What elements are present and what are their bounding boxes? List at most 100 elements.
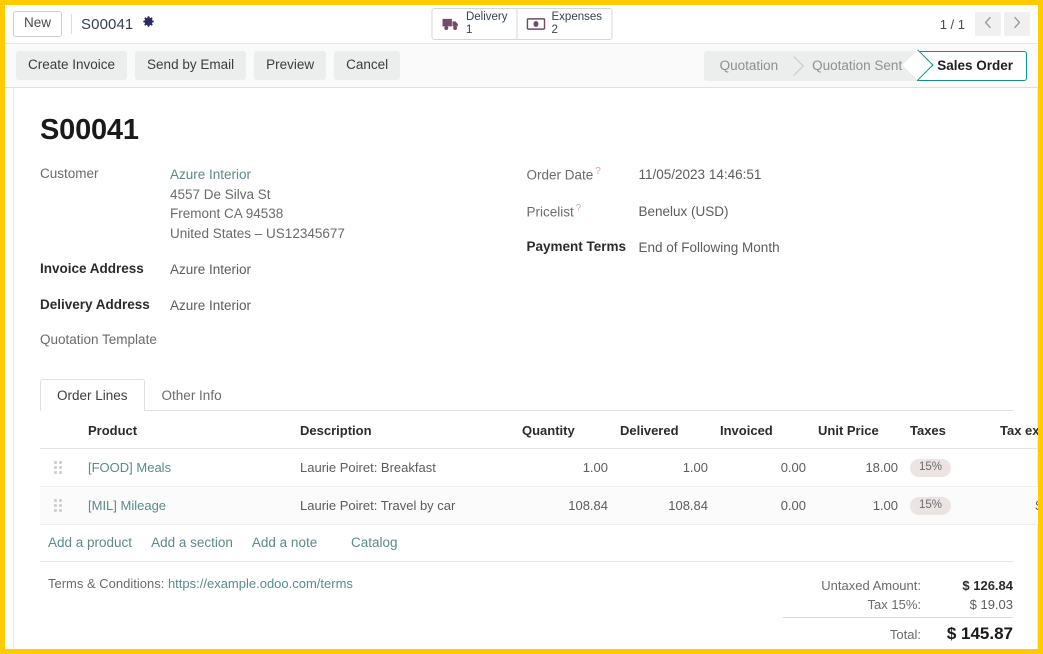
tab-order-lines[interactable]: Order Lines [40,379,145,411]
field-pricelist: Pricelist? Benelux (USD) [527,202,1014,222]
column-header-taxes[interactable]: Taxes [904,411,994,449]
field-customer-label: Customer [40,165,170,243]
new-button[interactable]: New [13,11,62,36]
column-header-quantity[interactable]: Quantity [516,411,614,449]
smart-button-expenses[interactable]: Expenses 2 [517,9,612,39]
send-by-email-button[interactable]: Send by Email [135,51,246,80]
preview-button[interactable]: Preview [254,51,326,80]
tax-badge: 15% [910,459,951,477]
create-invoice-button[interactable]: Create Invoice [16,51,127,80]
cell-unit-price[interactable]: 18.00 [812,449,904,487]
add-a-product-link[interactable]: Add a product [48,535,132,550]
cell-taxes[interactable]: 15% [904,449,994,487]
cell-description[interactable]: Laurie Poiret: Breakfast [294,449,516,487]
status-action-bar: Create Invoice Send by Email Preview Can… [5,44,1038,88]
field-pricelist-value[interactable]: Benelux (USD) [639,202,729,222]
drag-handle-icon[interactable] [54,461,62,474]
sheet-footer: Terms & Conditions: https://example.odoo… [40,576,1013,646]
cell-delivered[interactable]: 108.84 [614,487,714,525]
breadcrumb-divider [71,14,72,34]
column-header-product[interactable]: Product [82,411,294,449]
smart-button-group: Delivery 1 Expenses 2 [431,8,612,40]
gear-icon[interactable] [142,15,155,33]
customer-address-line-1: 4557 De Silva St [170,185,345,205]
cell-tax-excl: $ 18.00 [994,449,1038,487]
field-quotation-template-label: Quotation Template [40,331,170,347]
untaxed-amount-value: $ 126.84 [935,578,1013,593]
cell-quantity[interactable]: 108.84 [516,487,614,525]
row-drag-handle-cell[interactable] [40,487,82,525]
cancel-button[interactable]: Cancel [334,51,400,80]
status-stage-sales-order[interactable]: Sales Order [917,51,1027,81]
notebook-tabs: Order Lines Other Info [40,378,1013,411]
product-link[interactable]: [FOOD] Meals [88,460,171,475]
total-value: $ 145.87 [935,624,1013,644]
cell-description[interactable]: Laurie Poiret: Travel by car [294,487,516,525]
field-order-date-value[interactable]: 11/05/2023 14:46:51 [639,165,762,185]
status-stage-quotation[interactable]: Quotation [704,51,793,81]
pager-count: 1 / 1 [940,17,965,32]
drag-handle-icon[interactable] [54,499,62,512]
cell-delivered[interactable]: 1.00 [614,449,714,487]
field-order-date-label: Order Date? [527,165,639,185]
cell-invoiced[interactable]: 0.00 [714,487,812,525]
field-pricelist-label-text: Pricelist [527,204,574,219]
add-a-note-link[interactable]: Add a note [252,535,317,550]
cell-invoiced[interactable]: 0.00 [714,449,812,487]
status-pipeline: Quotation Quotation Sent Sales Order [704,51,1027,81]
customer-link[interactable]: Azure Interior [170,167,251,182]
status-stage-quotation-sent[interactable]: Quotation Sent [792,51,916,81]
column-header-unit-price[interactable]: Unit Price [812,411,904,449]
field-payment-terms-value[interactable]: End of Following Month [639,238,780,258]
totals-block: Untaxed Amount: $ 126.84 Tax 15%: $ 19.0… [783,576,1013,646]
column-header-description[interactable]: Description [294,411,516,449]
smart-button-delivery[interactable]: Delivery 1 [432,9,517,39]
field-quotation-template: Quotation Template [40,331,527,347]
column-header-tax-excl[interactable]: Tax excl. [994,411,1038,449]
field-invoice-address-value[interactable]: Azure Interior [170,260,251,280]
terms-link[interactable]: https://example.odoo.com/terms [168,576,353,591]
cell-product[interactable]: [FOOD] Meals [82,449,294,487]
field-delivery-address-value[interactable]: Azure Interior [170,296,251,316]
field-order-date: Order Date? 11/05/2023 14:46:51 [527,165,1014,185]
field-groups: Customer Azure Interior 4557 De Silva St… [40,165,1013,360]
field-payment-terms: Payment Terms End of Following Month [527,238,1014,258]
app-window: New S00041 Delivery [0,0,1043,654]
cell-product[interactable]: [MIL] Mileage [82,487,294,525]
table-row[interactable]: [MIL] Mileage Laurie Poiret: Travel by c… [40,487,1038,525]
help-icon-pricelist[interactable]: ? [576,203,582,214]
tax-badge: 15% [910,497,951,515]
order-lines-table: Product Description Quantity Delivered I… [40,411,1038,524]
total-row-tax: Tax 15%: $ 19.03 [783,595,1013,614]
column-header-delivered[interactable]: Delivered [614,411,714,449]
truck-icon [441,17,460,32]
table-row[interactable]: [FOOD] Meals Laurie Poiret: Breakfast 1.… [40,449,1038,487]
add-a-section-link[interactable]: Add a section [151,535,233,550]
field-group-left: Customer Azure Interior 4557 De Silva St… [40,165,527,360]
tab-other-info[interactable]: Other Info [145,379,239,411]
tax-label: Tax 15%: [868,597,935,612]
cell-tax-excl: $ 108.84 [994,487,1038,525]
money-bill-icon [527,17,546,31]
pager: 1 / 1 [940,12,1030,36]
field-customer: Customer Azure Interior 4557 De Silva St… [40,165,527,243]
total-row-grand: Total: $ 145.87 [783,617,1013,646]
row-drag-handle-cell[interactable] [40,449,82,487]
total-row-untaxed: Untaxed Amount: $ 126.84 [783,576,1013,595]
cell-quantity[interactable]: 1.00 [516,449,614,487]
pager-previous-button[interactable] [975,12,1001,36]
smart-button-delivery-value: 1 [466,24,508,37]
notebook: Order Lines Other Info Product Descripti… [40,378,1013,561]
product-link[interactable]: [MIL] Mileage [88,498,166,513]
catalog-link[interactable]: Catalog [351,535,398,550]
column-header-handle [40,411,82,449]
cell-unit-price[interactable]: 1.00 [812,487,904,525]
smart-button-expenses-value: 2 [552,24,603,37]
help-icon-order-date[interactable]: ? [595,166,601,177]
customer-address-line-2: Fremont CA 94538 [170,204,345,224]
field-invoice-address-label: Invoice Address [40,260,170,280]
column-header-invoiced[interactable]: Invoiced [714,411,812,449]
field-group-right: Order Date? 11/05/2023 14:46:51 Pricelis… [527,165,1014,360]
cell-taxes[interactable]: 15% [904,487,994,525]
pager-next-button[interactable] [1004,12,1030,36]
